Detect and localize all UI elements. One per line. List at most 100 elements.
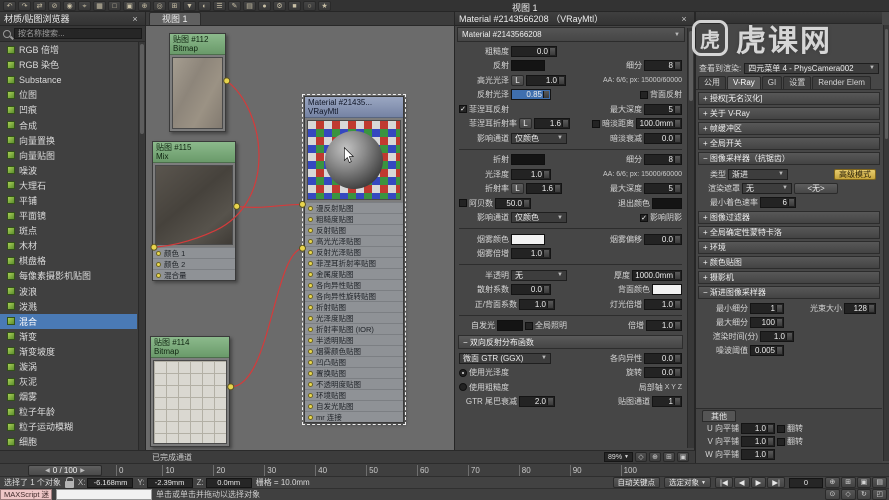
slot-socket-icon[interactable] [308,239,313,244]
browser-item[interactable]: RGB 倍增 [0,42,137,57]
browser-item[interactable]: 凹痕 [0,102,137,117]
dropdown[interactable]: 渐进▼ [728,169,788,180]
select-object-icon[interactable]: ⌖ [78,1,91,11]
checkbox[interactable]: ✓菲涅耳反射 [459,104,509,115]
bitmap-thumbnail[interactable] [172,57,223,129]
value-spinner[interactable]: 1.0 [511,248,551,259]
browser-item[interactable]: 位图 [0,87,137,102]
node-slot[interactable]: 烟雾颜色贴图 [305,345,403,356]
node-slot[interactable]: 半透明贴图 [305,334,403,345]
zoom-icon[interactable]: ⊕ [825,477,840,488]
slot-socket-icon[interactable] [156,251,161,256]
browser-item[interactable]: 烟雾 [0,389,137,404]
browser-item[interactable]: 渐变 [0,329,137,344]
wire[interactable] [231,248,303,387]
node-slot[interactable]: 颜色 2 [153,258,235,269]
color-swatch[interactable] [652,198,682,209]
browser-item[interactable]: 平面镜 [0,208,137,223]
value-spinner[interactable]: 1.0 [644,299,682,310]
node-bitmap-112[interactable]: 贴图 #112 Bitmap [169,33,226,132]
value-spinner[interactable]: 0.0 [511,284,551,295]
rollout-header[interactable]: + 关于 V-Ray [698,107,880,120]
rollout-header[interactable]: + 全局开关 [698,137,880,150]
value-spinner[interactable]: 100 [750,317,784,328]
select-and-link-icon[interactable]: ⇄ [33,1,46,11]
go-to-end-button[interactable]: ▶| [767,477,785,488]
rollout-header[interactable]: + 图像过滤器 [698,211,880,224]
value-spinner[interactable]: 1.0 [646,320,682,331]
material-editor-icon[interactable]: ● [258,1,271,11]
browser-item[interactable]: 木材 [0,238,137,253]
browser-item[interactable]: 灰泥 [0,374,137,389]
value-spinner[interactable]: 8 [644,154,682,165]
rollout-header[interactable]: − 双向反射分布函数 [458,335,683,349]
slot-socket-icon[interactable] [308,349,313,354]
browser-item[interactable]: 向量贴图 [0,148,137,163]
value-spinner[interactable]: 0.85 [511,89,551,100]
select-and-move-icon[interactable]: ⊕ [138,1,151,11]
unlink-selection-icon[interactable]: ⊘ [48,1,61,11]
browser-item[interactable]: Substance [0,72,137,87]
next-key-icon[interactable]: ▶ [80,467,85,474]
color-swatch[interactable] [511,154,545,165]
select-by-name-icon[interactable]: ▦ [93,1,106,11]
value-spinner[interactable]: 1 [750,303,784,314]
browser-item[interactable]: 平铺 [0,193,137,208]
pan-view-icon[interactable]: ◇ [635,452,647,462]
node-header[interactable]: 贴图 #112 Bitmap [170,34,225,55]
browser-item[interactable]: 斑点 [0,223,137,238]
node-header[interactable]: 贴图 #115 Mix [153,142,235,163]
value-spinner[interactable]: 1.0 [519,299,555,310]
schematic-view-icon[interactable]: ▤ [243,1,256,11]
render-setup-icon[interactable]: ⚙ [273,1,286,11]
close-icon[interactable] [129,14,141,24]
value-spinner[interactable]: 100.0mm [636,118,682,129]
value-spinner[interactable]: 6 [760,197,796,208]
dropdown[interactable]: 仅颜色▼ [511,212,567,223]
render-production-icon[interactable]: ○ [303,1,316,11]
value-spinner[interactable]: 1.0 [526,75,566,86]
material-preview[interactable] [307,120,401,200]
previous-frame-button[interactable]: ◀ [734,477,750,488]
dropdown[interactable]: 微面 GTR (GGX)▼ [459,353,551,364]
z-field[interactable]: 0.0mm [206,478,252,488]
node-slot[interactable]: 不透明度贴图 [305,378,403,389]
value-spinner[interactable]: 50.0 [495,198,531,209]
node-slot[interactable]: 环境贴图 [305,389,403,400]
snaps-toggle-icon[interactable]: ★ [318,1,331,11]
maxscript-listener-field[interactable] [56,489,152,500]
value-spinner[interactable]: 5 [644,104,682,115]
node-slot[interactable]: 反射光泽贴图 [305,246,403,257]
checkbox[interactable]: 翻转 [777,423,803,434]
render-tab[interactable]: 公用 [698,76,726,89]
layer-manager-icon[interactable]: ☰ [213,1,226,11]
render-tab[interactable]: GI [762,76,782,89]
browser-item[interactable]: 混合 [0,314,137,329]
node-slot[interactable]: 折射率贴图 (IOR) [305,323,403,334]
button[interactable]: L [511,183,524,194]
rollout-header[interactable]: + 全局确定性蒙特卡洛 [698,226,880,239]
value-spinner[interactable]: 128 [844,303,876,314]
zoom-level-dropdown[interactable]: 89% ▼ [604,452,633,462]
value-spinner[interactable]: 1000.0mm [632,270,682,281]
go-to-start-button[interactable]: |◀ [715,477,733,488]
play-button[interactable]: ▶ [751,477,767,488]
browser-item[interactable]: 合成 [0,117,137,132]
key-mode-dropdown[interactable]: 选定对象 ▼ [664,477,711,488]
color-swatch[interactable] [511,60,545,71]
slot-socket-icon[interactable] [308,404,313,409]
tab-other[interactable]: 其他 [702,410,736,422]
slot-socket-icon[interactable] [308,360,313,365]
value-spinner[interactable]: 0.0 [644,133,682,144]
select-and-scale-icon[interactable]: ⊞ [168,1,181,11]
close-icon[interactable] [678,14,690,24]
rollout-header[interactable]: + 摄影机 [698,271,880,284]
button[interactable]: <无> [794,183,838,194]
radio-button[interactable]: 使用光泽度 [459,367,509,378]
select-and-rotate-icon[interactable]: ◎ [153,1,166,11]
node-slot[interactable]: mr 连接 [305,411,403,422]
bind-to-space-warp-icon[interactable]: ◉ [63,1,76,11]
slot-socket-icon[interactable] [308,261,313,266]
value-spinner[interactable]: 2.0 [519,396,555,407]
slot-socket-icon[interactable] [308,371,313,376]
